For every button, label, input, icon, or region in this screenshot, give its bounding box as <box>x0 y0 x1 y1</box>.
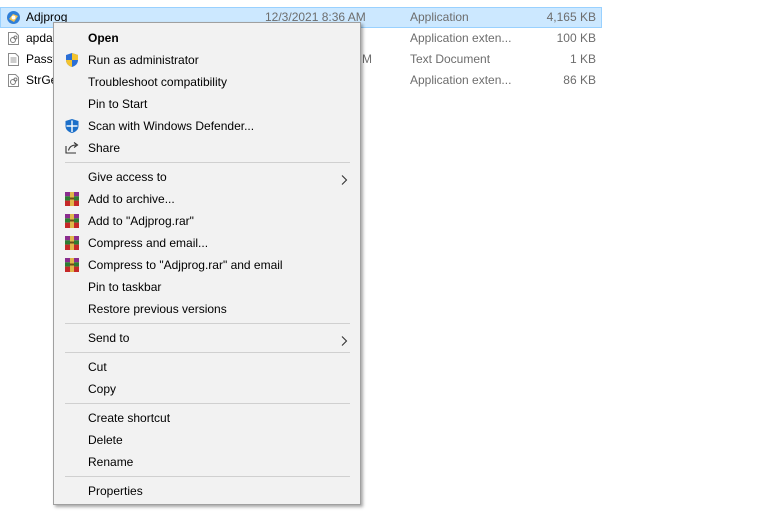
menu-item-open[interactable]: Open <box>54 27 360 49</box>
menu-item-compress-and-email[interactable]: Compress and email... <box>54 232 360 254</box>
menu-item-delete[interactable]: Delete <box>54 429 360 451</box>
file-name: apda <box>26 31 53 45</box>
file-type: Text Document <box>410 52 491 66</box>
file-size: 4,165 KB <box>546 10 596 24</box>
menu-item-properties[interactable]: Properties <box>54 480 360 502</box>
share-icon <box>64 140 80 156</box>
file-type: Application exten... <box>410 73 512 87</box>
menu-label: Compress to "Adjprog.rar" and email <box>88 258 283 272</box>
menu-label: Scan with Windows Defender... <box>88 119 255 133</box>
menu-separator <box>65 403 350 404</box>
menu-label: Properties <box>88 484 143 498</box>
menu-label: Pin to taskbar <box>88 280 162 294</box>
menu-label: Send to <box>88 331 130 345</box>
winrar-icon <box>64 191 80 207</box>
menu-item-give-access[interactable]: Give access to <box>54 166 360 188</box>
winrar-icon <box>64 257 80 273</box>
menu-item-run-as-administrator[interactable]: Run as administrator <box>54 49 360 71</box>
menu-label: Add to "Adjprog.rar" <box>88 214 194 228</box>
menu-label: Give access to <box>88 170 167 184</box>
menu-separator <box>65 323 350 324</box>
file-type: Application exten... <box>410 31 512 45</box>
menu-item-share[interactable]: Share <box>54 137 360 159</box>
menu-item-add-to-archive[interactable]: Add to archive... <box>54 188 360 210</box>
menu-label: Restore previous versions <box>88 302 227 316</box>
menu-label: Copy <box>88 382 117 396</box>
menu-label: Open <box>88 31 119 45</box>
menu-separator <box>65 162 350 163</box>
menu-item-cut[interactable]: Cut <box>54 356 360 378</box>
file-date: M <box>362 52 372 66</box>
file-size: 100 KB <box>556 31 596 45</box>
menu-label: Cut <box>88 360 107 374</box>
winrar-icon <box>64 213 80 229</box>
menu-label: Share <box>88 141 121 155</box>
app-icon <box>6 10 21 25</box>
menu-item-copy[interactable]: Copy <box>54 378 360 400</box>
chevron-right-icon <box>338 171 350 185</box>
menu-item-restore-previous-versions[interactable]: Restore previous versions <box>54 298 360 320</box>
menu-label: Compress and email... <box>88 236 209 250</box>
text-file-icon <box>6 52 21 67</box>
menu-label: Run as administrator <box>88 53 199 67</box>
menu-item-send-to[interactable]: Send to <box>54 327 360 349</box>
menu-label: Pin to Start <box>88 97 148 111</box>
menu-item-rename[interactable]: Rename <box>54 451 360 473</box>
menu-item-pin-to-start[interactable]: Pin to Start <box>54 93 360 115</box>
menu-label: Create shortcut <box>88 411 171 425</box>
winrar-icon <box>64 235 80 251</box>
windows-defender-icon <box>64 118 80 134</box>
menu-item-compress-rar-and-email[interactable]: Compress to "Adjprog.rar" and email <box>54 254 360 276</box>
menu-label: Delete <box>88 433 123 447</box>
menu-label: Add to archive... <box>88 192 175 206</box>
menu-item-scan-defender[interactable]: Scan with Windows Defender... <box>54 115 360 137</box>
file-size: 1 KB <box>569 52 596 66</box>
dll-icon <box>6 31 21 46</box>
uac-shield-icon <box>64 52 80 68</box>
menu-separator <box>65 476 350 477</box>
dll-icon <box>6 73 21 88</box>
menu-item-add-to-rar[interactable]: Add to "Adjprog.rar" <box>54 210 360 232</box>
chevron-right-icon <box>338 332 350 346</box>
file-size: 86 KB <box>563 73 596 87</box>
menu-label: Troubleshoot compatibility <box>88 75 227 89</box>
menu-item-create-shortcut[interactable]: Create shortcut <box>54 407 360 429</box>
menu-item-pin-to-taskbar[interactable]: Pin to taskbar <box>54 276 360 298</box>
file-type: Application <box>410 10 469 24</box>
context-menu: Open Run as administrator Troubleshoot c… <box>53 22 361 505</box>
menu-label: Rename <box>88 455 134 469</box>
menu-item-troubleshoot[interactable]: Troubleshoot compatibility <box>54 71 360 93</box>
menu-separator <box>65 352 350 353</box>
